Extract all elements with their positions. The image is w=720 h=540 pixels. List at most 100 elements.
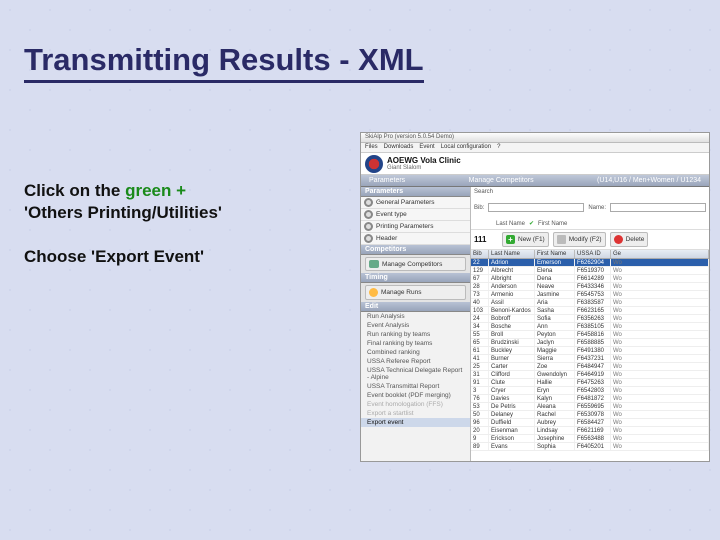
tab-category-filter[interactable]: (U14,U16 / Men+Women / U1234: [593, 177, 705, 184]
slide-body: Click on the green + 'Others Printing/Ut…: [24, 180, 334, 290]
table-row[interactable]: 91CluteHallieF6475263Wo: [471, 379, 709, 387]
col-ussaid[interactable]: USSA ID: [575, 250, 611, 258]
section-parameters: Parameters: [361, 187, 470, 197]
main-tabstrip: Parameters Manage Competitors (U14,U16 /…: [361, 175, 709, 187]
table-row[interactable]: 53De PetrisAleanaF6559695Wo: [471, 403, 709, 411]
section-edit: Edit: [361, 302, 470, 312]
manage-competitors-button[interactable]: Manage Competitors: [365, 257, 466, 271]
table-row[interactable]: 67AlbrightDenaF6614289Wo: [471, 275, 709, 283]
tab-manage-competitors[interactable]: Manage Competitors: [465, 177, 538, 184]
gear-icon: [364, 222, 373, 231]
manage-runs-button[interactable]: Manage Runs: [365, 285, 466, 300]
search-label: Search: [474, 189, 493, 195]
table-row[interactable]: 31CliffordGwendolynF6464919Wo: [471, 371, 709, 379]
search-lastname-label: Last Name: [496, 221, 525, 227]
section-competitors: Competitors: [361, 245, 470, 255]
search-name-label: Name:: [588, 205, 606, 211]
table-row[interactable]: 28AndersonNeaveF6433346Wo: [471, 283, 709, 291]
table-row[interactable]: 96DuffieldAubreyF6584427Wo: [471, 419, 709, 427]
edit-item[interactable]: USSA Transmittal Report: [361, 382, 470, 391]
menu-event[interactable]: Event: [419, 144, 434, 151]
menubar: Files Downloads Event Local configuratio…: [361, 143, 709, 153]
param-printing[interactable]: Printing Parameters: [361, 221, 470, 233]
clock-icon: [369, 288, 378, 297]
table-row[interactable]: 24BobroffSofiaF6356263Wo: [471, 315, 709, 323]
col-bib[interactable]: Bib: [471, 250, 489, 258]
table-row[interactable]: 61BuckleyMaggieF6491380Wo: [471, 347, 709, 355]
table-row[interactable]: 129AlbrechtElenaF6519370Wo: [471, 267, 709, 275]
edit-item[interactable]: Export event: [361, 418, 470, 427]
col-gender[interactable]: Ge: [611, 250, 709, 258]
table-row[interactable]: 55BrollPeytonF6458816Wo: [471, 331, 709, 339]
wrench-icon: [557, 235, 566, 244]
table-header: Bib Last Name First Name USSA ID Ge: [471, 250, 709, 259]
table-row[interactable]: 73ArmenioJasmineF6545753Wo: [471, 291, 709, 299]
people-icon: [369, 260, 379, 268]
table-body[interactable]: 22AdrionEmersonF6262904Wo129AlbrechtElen…: [471, 259, 709, 461]
slide-title: Transmitting Results - XML: [24, 42, 424, 83]
grid-action-row: 111 +New (F1) Modify (F2) Delete: [471, 230, 709, 250]
col-lastname[interactable]: Last Name: [489, 250, 535, 258]
table-row[interactable]: 22AdrionEmersonF6262904Wo: [471, 259, 709, 267]
edit-item[interactable]: Event Analysis: [361, 321, 470, 330]
instr-green-plus: green +: [125, 181, 186, 200]
competitor-grid-panel: Search Bib: Name: Last Name ✔ First Name…: [471, 187, 709, 461]
plus-icon: +: [506, 235, 515, 244]
table-row[interactable]: 50DelaneyRachelF6530978Wo: [471, 411, 709, 419]
menu-files[interactable]: Files: [365, 144, 378, 151]
gear-icon: [364, 198, 373, 207]
table-row[interactable]: 41BurnerSierraF6437231Wo: [471, 355, 709, 363]
edit-item[interactable]: Run ranking by teams: [361, 330, 470, 339]
search-row: Search Bib: Name: Last Name ✔ First Name: [471, 187, 709, 230]
table-row[interactable]: 25CarterZoeF6484947Wo: [471, 363, 709, 371]
table-row[interactable]: 103Benoni-KardosSashaF6623165Wo: [471, 307, 709, 315]
search-name-input[interactable]: [610, 203, 706, 212]
check-icon: ✔: [529, 220, 534, 227]
table-row[interactable]: 40AssilAriaF6383587Wo: [471, 299, 709, 307]
delete-icon: [614, 235, 623, 244]
table-row[interactable]: 89EvansSophiaF6405201Wo: [471, 443, 709, 451]
instr-line2: 'Others Printing/Utilities': [24, 203, 222, 222]
menu-help[interactable]: ?: [497, 144, 500, 151]
param-general[interactable]: General Parameters: [361, 197, 470, 209]
delete-button[interactable]: Delete: [610, 232, 649, 247]
instr-line1a: Click on the: [24, 181, 125, 200]
table-row[interactable]: 76DaviesKalynF6481872Wo: [471, 395, 709, 403]
table-row[interactable]: 34BoscheAnnF6385105Wo: [471, 323, 709, 331]
edit-item[interactable]: Combined ranking: [361, 348, 470, 357]
app-window: SkiAlp Pro (version 5.0.54 Demo) Files D…: [360, 132, 710, 462]
edit-item: Event homologation (FFS): [361, 400, 470, 409]
param-header[interactable]: Header: [361, 233, 470, 245]
search-bib-input[interactable]: [488, 203, 584, 212]
edit-item[interactable]: USSA Referee Report: [361, 357, 470, 366]
competitor-count: 111: [474, 235, 498, 244]
menu-localconfig[interactable]: Local configuration: [441, 144, 491, 151]
edit-panel: Run AnalysisEvent AnalysisRun ranking by…: [361, 312, 470, 461]
new-button[interactable]: +New (F1): [502, 232, 549, 247]
col-firstname[interactable]: First Name: [535, 250, 575, 258]
edit-item[interactable]: USSA Technical Delegate Report - Alpine: [361, 366, 470, 382]
modify-button[interactable]: Modify (F2): [553, 232, 606, 247]
table-row[interactable]: 3CryerErynF6542803Wo: [471, 387, 709, 395]
app-header: AOEWG Vola Clinic Giant Slalom: [361, 153, 709, 175]
menu-downloads[interactable]: Downloads: [384, 144, 414, 151]
usa-logo-icon: [365, 155, 383, 173]
left-sidebar: Parameters General Parameters Event type…: [361, 187, 471, 461]
table-row[interactable]: 65BrudzinskiJaclynF6588885Wo: [471, 339, 709, 347]
tab-parameters[interactable]: Parameters: [365, 177, 409, 184]
table-row[interactable]: 20EisenmanLindsayF6621169Wo: [471, 427, 709, 435]
param-event-type[interactable]: Event type: [361, 209, 470, 221]
edit-item: Export a startlist: [361, 409, 470, 418]
edit-item[interactable]: Run Analysis: [361, 312, 470, 321]
search-firstname-label: First Name: [538, 221, 567, 227]
table-row[interactable]: 9EricksonJosephineF6563488Wo: [471, 435, 709, 443]
event-name: AOEWG Vola Clinic: [387, 156, 461, 165]
event-discipline: Giant Slalom: [387, 165, 461, 171]
window-titlebar: SkiAlp Pro (version 5.0.54 Demo): [361, 133, 709, 143]
instr-line3: Choose 'Export Event': [24, 247, 204, 266]
gear-icon: [364, 210, 373, 219]
edit-item[interactable]: Event booklet (PDF merging): [361, 391, 470, 400]
edit-item[interactable]: Final ranking by teams: [361, 339, 470, 348]
search-bib-label: Bib:: [474, 205, 484, 211]
section-timing: Timing: [361, 273, 470, 283]
